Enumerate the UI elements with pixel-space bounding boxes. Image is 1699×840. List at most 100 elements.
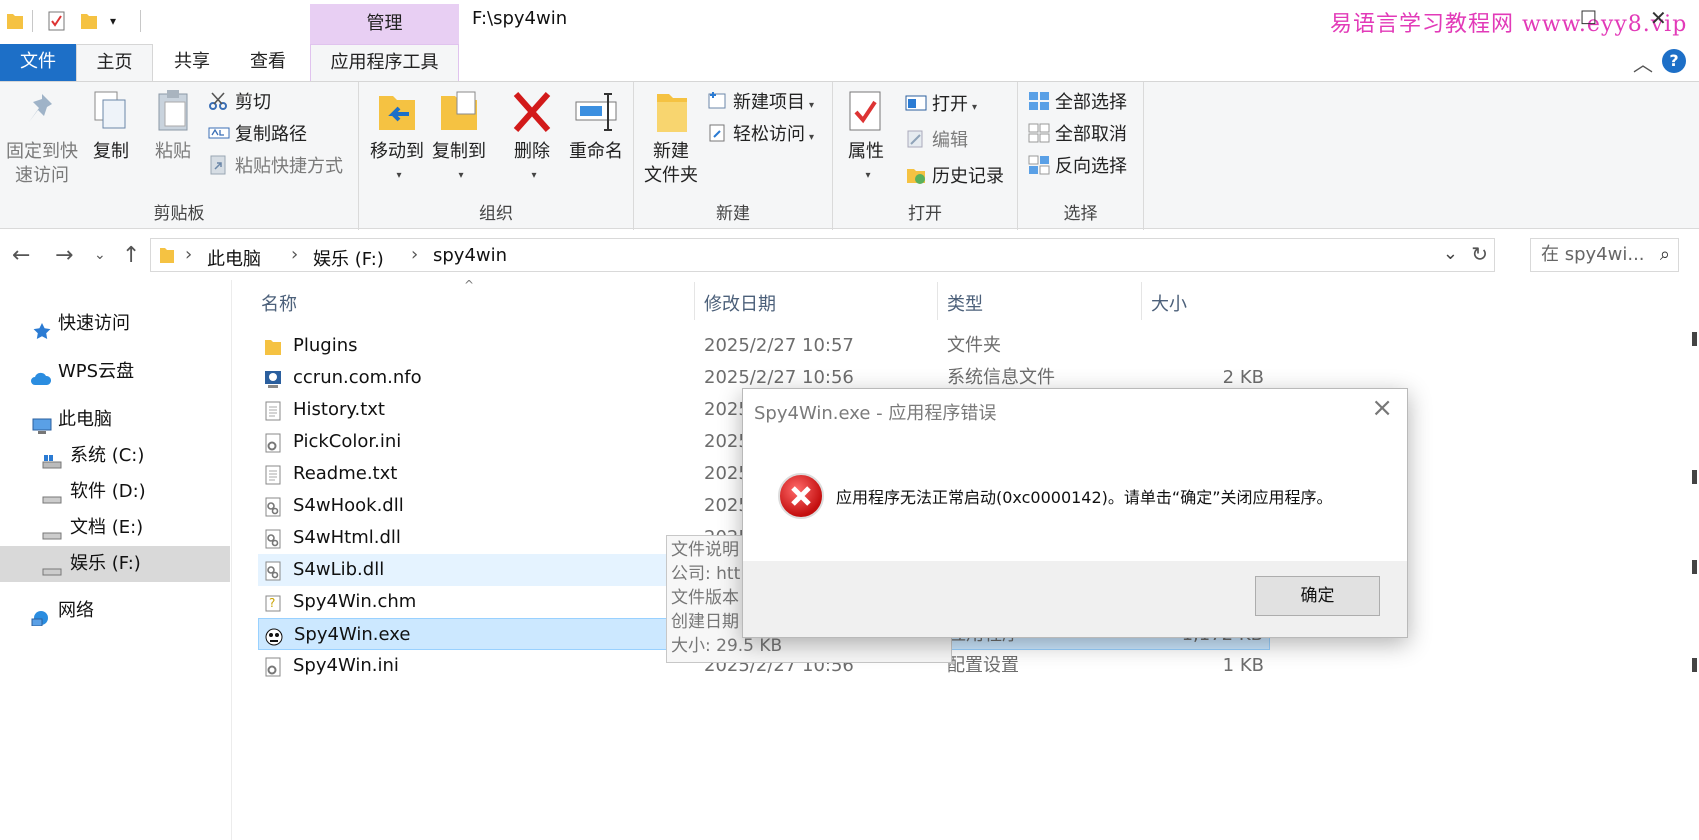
group-clipboard: 固定到快速访问 复制 粘贴 剪切 复制路径 粘贴快捷方式 剪贴板 [0, 82, 359, 230]
new-folder-label: 新建 文件夹 [644, 141, 698, 186]
nav-drive-e[interactable]: 文档 (E:) [0, 510, 230, 546]
system-info-icon [264, 368, 282, 388]
breadcrumb-spy4win[interactable]: spy4win [433, 245, 507, 266]
history-icon [905, 165, 927, 185]
address-dropdown-icon[interactable]: ⌄ [1443, 243, 1458, 264]
new-folder-icon[interactable] [80, 11, 98, 31]
properties-button[interactable]: 属性 ▾ [841, 88, 891, 188]
nav-this-pc[interactable]: 此电脑 [0, 402, 230, 438]
settings-file-icon [264, 432, 282, 453]
close-window-icon[interactable]: ✕ [1650, 6, 1667, 30]
open-button[interactable]: 打开 ▾ [905, 92, 977, 118]
new-item-button[interactable]: 新建项目 ▾ [706, 90, 814, 116]
pin-quick-access-button[interactable]: 固定到快速访问 [2, 88, 82, 188]
folder-icon[interactable] [6, 11, 24, 31]
move-to-button[interactable]: 移动到 ▾ [367, 88, 427, 188]
copy-to-button[interactable]: 复制到 ▾ [429, 88, 489, 188]
column-name[interactable]: 名称 [261, 290, 297, 316]
text-file-icon [264, 400, 282, 421]
select-all-button[interactable]: 全部选择 [1028, 90, 1127, 116]
nav-drive-c[interactable]: 系统 (C:) [0, 438, 230, 474]
edit-button[interactable]: 编辑 [905, 128, 968, 154]
sort-ascending-icon: ^ [464, 278, 475, 292]
tab-view[interactable]: 查看 [232, 44, 304, 82]
maximize-icon[interactable]: □ [1580, 6, 1597, 27]
tab-home[interactable]: 主页 [76, 44, 153, 82]
delete-button[interactable]: 删除 ▾ [507, 88, 557, 188]
recent-chevron-icon[interactable]: ⌄ [94, 247, 106, 263]
refresh-icon[interactable]: ↻ [1471, 242, 1488, 266]
nav-quick-access[interactable]: 快速访问 [0, 306, 230, 342]
open-icon [905, 93, 927, 113]
properties-check-icon[interactable] [48, 11, 66, 31]
group-new: 新建 文件夹 新建项目 ▾ 轻松访问 ▾ 新建 [634, 82, 833, 230]
copy-button[interactable]: 复制 [86, 88, 136, 164]
tab-file[interactable]: 文件 [0, 44, 76, 82]
dll-file-icon [264, 496, 282, 517]
close-icon[interactable]: × [1371, 393, 1393, 423]
pin-icon [29, 94, 52, 122]
help-file-icon: ? [264, 592, 282, 612]
tab-manage[interactable]: 管理 [310, 4, 459, 44]
delete-x-icon [513, 92, 551, 132]
rename-label: 重命名 [569, 141, 623, 162]
windows-drive-icon [42, 448, 62, 469]
easy-access-icon [706, 123, 728, 143]
ribbon-tabs: 文件 主页 共享 查看 应用程序工具 ︿ ? [0, 44, 1699, 82]
select-none-button[interactable]: 全部取消 [1028, 122, 1127, 148]
back-arrow-icon[interactable]: ← [12, 243, 30, 268]
column-size[interactable]: 大小 [1151, 290, 1187, 316]
breadcrumb-drive-f[interactable]: 娱乐 (F:) [313, 245, 384, 271]
search-input[interactable]: 在 spy4wi... ⌕ [1530, 238, 1679, 272]
breadcrumb-this-pc[interactable]: 此电脑 [207, 245, 261, 271]
tab-app-tools[interactable]: 应用程序工具 [310, 44, 459, 82]
nav-wps-cloud[interactable]: WPS云盘 [0, 354, 230, 390]
easy-access-button[interactable]: 轻松访问 ▾ [706, 122, 814, 148]
file-row[interactable]: Plugins 2025/2/27 10:57 文件夹 [258, 330, 1270, 362]
group-organize: 移动到 ▾ 复制到 ▾ 删除 ▾ 重命名 组织 [359, 82, 634, 230]
copy-to-label: 复制到 [432, 141, 486, 162]
tab-share[interactable]: 共享 [156, 44, 228, 82]
up-arrow-icon[interactable]: ↑ [122, 243, 140, 268]
column-type[interactable]: 类型 [947, 290, 983, 316]
title-bar: ▾ 管理 F:\spy4win 易语言学习教程网 www.eyy8.vip □ … [0, 0, 1699, 44]
help-icon[interactable]: ? [1662, 49, 1686, 73]
copy-path-button[interactable]: 复制路径 [208, 122, 307, 148]
text-file-icon [264, 464, 282, 485]
properties-icon [849, 91, 881, 131]
ok-button[interactable]: 确定 [1255, 576, 1380, 616]
error-dialog: Spy4Win.exe - 应用程序错误 × 应用程序无法正常启动(0xc000… [742, 388, 1408, 638]
cloud-icon [30, 364, 52, 385]
collapse-ribbon-icon[interactable]: ︿ [1633, 48, 1653, 77]
move-to-icon [379, 96, 415, 130]
pin-label: 固定到快速访问 [6, 141, 78, 186]
navigation-bar: ← → ⌄ ↑ › 此电脑 › 娱乐 (F:) › spy4win ⌄ ↻ 在 … [0, 233, 1699, 279]
nav-network[interactable]: 网络 [0, 593, 230, 629]
paste-icon [158, 90, 188, 131]
window-title: F:\spy4win [472, 8, 568, 29]
paste-button[interactable]: 粘贴 [148, 88, 198, 164]
group-label-select: 选择 [1063, 204, 1098, 224]
address-bar[interactable]: › 此电脑 › 娱乐 (F:) › spy4win ⌄ ↻ [150, 238, 1495, 272]
background-window-edge [1690, 300, 1699, 720]
customize-chevron-icon[interactable]: ▾ [110, 14, 128, 34]
nav-drive-f[interactable]: 娱乐 (F:) [0, 546, 230, 582]
forward-arrow-icon[interactable]: → [55, 243, 73, 268]
nav-drive-d[interactable]: 软件 (D:) [0, 474, 230, 510]
copy-path-icon [208, 123, 230, 143]
copy-to-icon [441, 91, 477, 130]
group-label-new: 新建 [716, 204, 750, 224]
properties-label: 属性 [848, 141, 884, 162]
paste-shortcut-button[interactable]: 粘贴快捷方式 [208, 154, 343, 180]
drive-icon [42, 484, 62, 504]
rename-button[interactable]: 重命名 [563, 88, 629, 164]
new-folder-button[interactable]: 新建 文件夹 [638, 88, 704, 188]
column-date[interactable]: 修改日期 [704, 290, 776, 316]
error-icon [778, 473, 824, 519]
computer-icon [32, 412, 52, 434]
network-icon [30, 603, 50, 627]
cut-button[interactable]: 剪切 [208, 90, 271, 116]
settings-file-icon [264, 656, 282, 677]
invert-selection-button[interactable]: 反向选择 [1028, 154, 1127, 180]
history-button[interactable]: 历史记录 [905, 164, 1004, 190]
